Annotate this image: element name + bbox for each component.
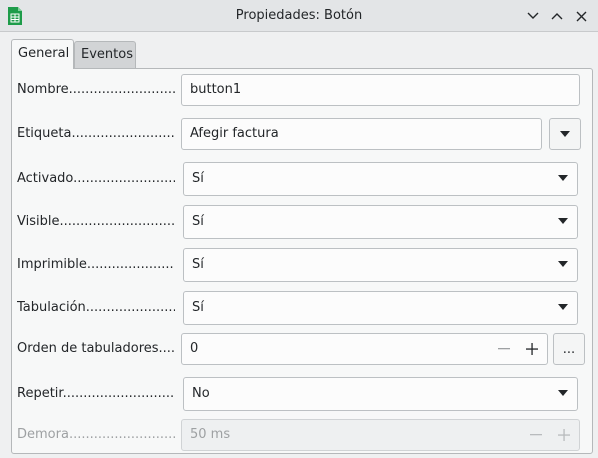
tabulacion-label: Tabulación..............................… — [17, 300, 175, 315]
triangle-down-icon — [560, 131, 570, 137]
demora-value: 50 ms — [190, 427, 231, 442]
activado-label: Activado................................… — [17, 171, 175, 186]
activado-select[interactable]: Sí — [183, 162, 578, 196]
chevron-up-icon — [551, 13, 563, 20]
repetir-value: No — [192, 386, 210, 401]
imprimible-value: Sí — [192, 257, 204, 272]
triangle-down-icon — [558, 261, 568, 267]
tab-general[interactable]: General — [11, 39, 74, 69]
nombre-input[interactable]: button1 — [181, 74, 580, 106]
minus-icon — [530, 434, 542, 436]
imprimible-label: Imprimible..............................… — [17, 257, 175, 272]
orden-label: Orden de tabuladores....................… — [17, 341, 175, 356]
triangle-down-icon — [558, 175, 568, 181]
demora-spinbox: 50 ms — [181, 419, 580, 451]
demora-decrement-button — [523, 420, 549, 450]
window-title: Propiedades: Botón — [235, 8, 363, 23]
repetir-label: Repetir.................................… — [17, 386, 175, 401]
decrement-button[interactable] — [491, 334, 517, 364]
demora-increment-button — [551, 420, 577, 450]
orden-value: 0 — [190, 341, 199, 356]
minus-icon — [498, 348, 510, 350]
visible-label: Visible.................................… — [17, 214, 175, 229]
tab-eventos[interactable]: Eventos — [74, 41, 136, 68]
close-icon — [576, 11, 586, 21]
visible-select[interactable]: Sí — [183, 205, 578, 239]
tabulacion-select[interactable]: Sí — [183, 291, 578, 325]
etiqueta-dropdown-button[interactable] — [549, 118, 581, 150]
plus-icon — [558, 429, 570, 441]
tabulacion-value: Sí — [192, 300, 204, 315]
visible-value: Sí — [192, 214, 204, 229]
ellipsis-label: ... — [562, 341, 576, 357]
etiqueta-input[interactable]: Afegir factura — [181, 118, 542, 150]
triangle-down-icon — [558, 218, 568, 224]
demora-label: Demora..................................… — [17, 427, 175, 442]
etiqueta-label: Etiqueta................................… — [17, 126, 175, 141]
orden-spinbox[interactable]: 0 — [181, 333, 548, 365]
orden-more-button[interactable]: ... — [553, 333, 585, 365]
triangle-down-icon — [558, 304, 568, 310]
activado-value: Sí — [192, 171, 204, 186]
close-button[interactable] — [572, 7, 590, 25]
minimize-button[interactable] — [524, 7, 542, 25]
repetir-select[interactable]: No — [183, 377, 578, 411]
increment-button[interactable] — [519, 334, 545, 364]
maximize-button[interactable] — [548, 7, 566, 25]
imprimible-select[interactable]: Sí — [183, 248, 578, 282]
nombre-label: Nombre..................................… — [17, 82, 175, 97]
triangle-down-icon — [558, 390, 568, 396]
chevron-down-icon — [527, 12, 539, 19]
plus-icon — [526, 343, 538, 355]
title-bar: Propiedades: Botón — [0, 0, 598, 32]
